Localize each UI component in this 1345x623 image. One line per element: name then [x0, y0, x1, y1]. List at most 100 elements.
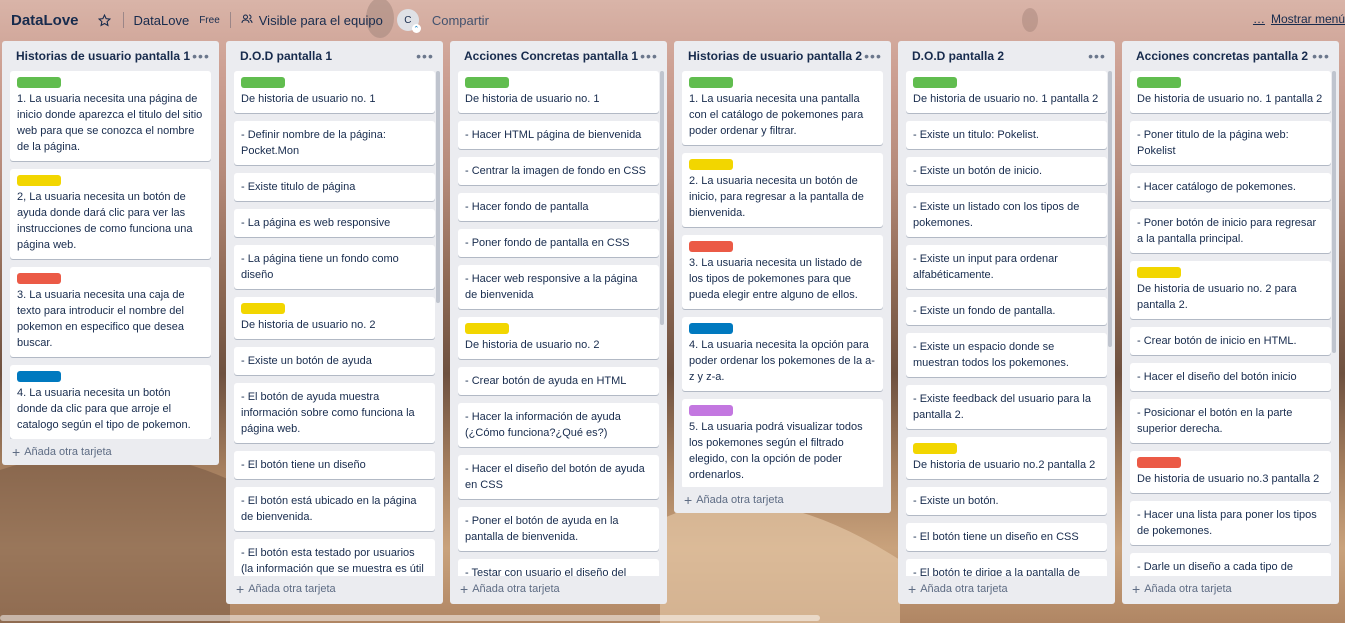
card[interactable]: - Hacer HTML página de bienvenida	[458, 121, 659, 149]
card[interactable]: - Hacer fondo de pantalla	[458, 193, 659, 221]
card[interactable]: - Hacer la información de ayuda (¿Cómo f…	[458, 403, 659, 447]
red-label[interactable]	[689, 241, 733, 252]
more-icon[interactable]: •••	[863, 46, 883, 66]
card[interactable]: - Existe un titulo: Pokelist.	[906, 121, 1107, 149]
card[interactable]: - El botón te dirige a la pantalla de in…	[906, 559, 1107, 576]
card[interactable]: - La página tiene un fondo como diseño	[234, 245, 435, 289]
list-title[interactable]: Acciones concretas pantalla 2	[1136, 49, 1308, 63]
card[interactable]: De historia de usuario no. 1	[234, 71, 435, 113]
card[interactable]: - Poner titulo de la página web: Pokelis…	[1130, 121, 1331, 165]
card[interactable]: - Existe un botón.	[906, 487, 1107, 515]
card[interactable]: De historia de usuario no.3 pantalla 2	[1130, 451, 1331, 493]
star-icon[interactable]	[97, 12, 113, 28]
more-icon[interactable]: •••	[415, 46, 435, 66]
card[interactable]: - Hacer una lista para poner los tipos d…	[1130, 501, 1331, 545]
card[interactable]: De historia de usuario no. 1	[458, 71, 659, 113]
card[interactable]: 3. La usuaria necesita una caja de texto…	[10, 267, 211, 357]
card[interactable]: - El botón tiene un diseño en CSS	[906, 523, 1107, 551]
card[interactable]: - Existe un fondo de pantalla.	[906, 297, 1107, 325]
card[interactable]: - Existe feedback del usuario para la pa…	[906, 385, 1107, 429]
card[interactable]: 1. La usuaria necesita una página de ini…	[10, 71, 211, 161]
card[interactable]: - El botón esta testado por usuarios (la…	[234, 539, 435, 576]
card[interactable]: - Existe un botón de ayuda	[234, 347, 435, 375]
green-label[interactable]	[17, 77, 61, 88]
card[interactable]: - Hacer el diseño del botón inicio	[1130, 363, 1331, 391]
card[interactable]: - Existe titulo de página	[234, 173, 435, 201]
card[interactable]: - Darle un diseño a cada tipo de pokemon…	[1130, 553, 1331, 576]
list-header[interactable]: Acciones concretas pantalla 2 •••	[1122, 41, 1339, 71]
list-title[interactable]: Historias de usuario pantalla 1	[16, 49, 190, 63]
green-label[interactable]	[1137, 77, 1181, 88]
green-label[interactable]	[689, 77, 733, 88]
card[interactable]: - Centrar la imagen de fondo en CSS	[458, 157, 659, 185]
list-title[interactable]: Acciones Concretas pantalla 1	[464, 49, 638, 63]
card[interactable]: De historia de usuario no. 1 pantalla 2	[906, 71, 1107, 113]
yellow-label[interactable]	[913, 443, 957, 454]
card[interactable]: - La página es web responsive	[234, 209, 435, 237]
add-card-button[interactable]: + Añada otra tarjeta	[2, 439, 219, 465]
card[interactable]: De historia de usuario no. 1 pantalla 2	[1130, 71, 1331, 113]
card[interactable]: De historia de usuario no. 2	[234, 297, 435, 339]
list-header[interactable]: Historias de usuario pantalla 1 •••	[2, 41, 219, 71]
list-title[interactable]: Historias de usuario pantalla 2	[688, 49, 862, 63]
card[interactable]: - Hacer web responsive a la página de bi…	[458, 265, 659, 309]
red-label[interactable]	[17, 273, 61, 284]
card[interactable]: 5. La usuaria podrá visualizar todos los…	[682, 399, 883, 487]
yellow-label[interactable]	[241, 303, 285, 314]
add-card-button[interactable]: + Añada otra tarjeta	[898, 576, 1115, 602]
add-card-button[interactable]: + Añada otra tarjeta	[1122, 576, 1339, 602]
card[interactable]: - Poner fondo de pantalla en CSS	[458, 229, 659, 257]
more-icon[interactable]: •••	[639, 46, 659, 66]
card[interactable]: - Existe un listado con los tipos de pok…	[906, 193, 1107, 237]
show-menu-button[interactable]: … Mostrar menú	[1253, 12, 1345, 26]
card[interactable]: - Definir nombre de la página: Pocket.Mo…	[234, 121, 435, 165]
card[interactable]: - Poner el botón de ayuda en la pantalla…	[458, 507, 659, 551]
card[interactable]: 2, La usuaria necesita un botón de ayuda…	[10, 169, 211, 259]
visibility-button[interactable]: Visible para el equipo	[241, 13, 383, 28]
green-label[interactable]	[913, 77, 957, 88]
yellow-label[interactable]	[465, 323, 509, 334]
card[interactable]: 2. La usuaria necesita un botón de inici…	[682, 153, 883, 227]
card[interactable]: - El botón está ubicado en la página de …	[234, 487, 435, 531]
blue-label[interactable]	[689, 323, 733, 334]
list-scrollbar[interactable]	[660, 71, 664, 325]
list-scrollbar[interactable]	[1108, 71, 1112, 347]
list-header[interactable]: Historias de usuario pantalla 2 •••	[674, 41, 891, 71]
card[interactable]: - Hacer el diseño del botón de ayuda en …	[458, 455, 659, 499]
red-label[interactable]	[1137, 457, 1181, 468]
yellow-label[interactable]	[689, 159, 733, 170]
card[interactable]: - Existe un espacio donde se muestran to…	[906, 333, 1107, 377]
card[interactable]: 1. La usuaria necesita una pantalla con …	[682, 71, 883, 145]
green-label[interactable]	[465, 77, 509, 88]
more-icon[interactable]: •••	[191, 46, 211, 66]
card[interactable]: De historia de usuario no. 2 para pantal…	[1130, 261, 1331, 319]
green-label[interactable]	[241, 77, 285, 88]
card[interactable]: - Existe un botón de inicio.	[906, 157, 1107, 185]
card[interactable]: De historia de usuario no. 2	[458, 317, 659, 359]
list-scrollbar[interactable]	[1332, 71, 1336, 353]
add-card-button[interactable]: + Añada otra tarjeta	[226, 576, 443, 602]
more-icon[interactable]: •••	[1087, 46, 1107, 66]
yellow-label[interactable]	[17, 175, 61, 186]
card[interactable]: 3. La usuaria necesita un listado de los…	[682, 235, 883, 309]
board-title[interactable]: DataLove	[11, 12, 79, 29]
card[interactable]: - Crear botón de inicio en HTML.	[1130, 327, 1331, 355]
list-header[interactable]: D.O.D pantalla 2 •••	[898, 41, 1115, 71]
more-icon[interactable]: •••	[1311, 46, 1331, 66]
list-title[interactable]: D.O.D pantalla 1	[240, 49, 332, 63]
yellow-label[interactable]	[1137, 267, 1181, 278]
blue-label[interactable]	[17, 371, 61, 382]
add-card-button[interactable]: + Añada otra tarjeta	[674, 487, 891, 513]
board-horizontal-scrollbar[interactable]	[0, 615, 820, 621]
card[interactable]: - El botón tiene un diseño	[234, 451, 435, 479]
card[interactable]: - Hacer catálogo de pokemones.	[1130, 173, 1331, 201]
card[interactable]: - El botón de ayuda muestra información …	[234, 383, 435, 443]
card[interactable]: - Crear botón de ayuda en HTML	[458, 367, 659, 395]
card[interactable]: - Testar con usuario el diseño del botón…	[458, 559, 659, 576]
add-card-button[interactable]: + Añada otra tarjeta	[450, 576, 667, 602]
card[interactable]: - Existe un input para ordenar alfabétic…	[906, 245, 1107, 289]
card[interactable]: 4. La usuaria necesita un botón donde da…	[10, 365, 211, 439]
purple-label[interactable]	[689, 405, 733, 416]
card[interactable]: 4. La usuaria necesita la opción para po…	[682, 317, 883, 391]
avatar[interactable]: C ⌃	[396, 9, 421, 33]
